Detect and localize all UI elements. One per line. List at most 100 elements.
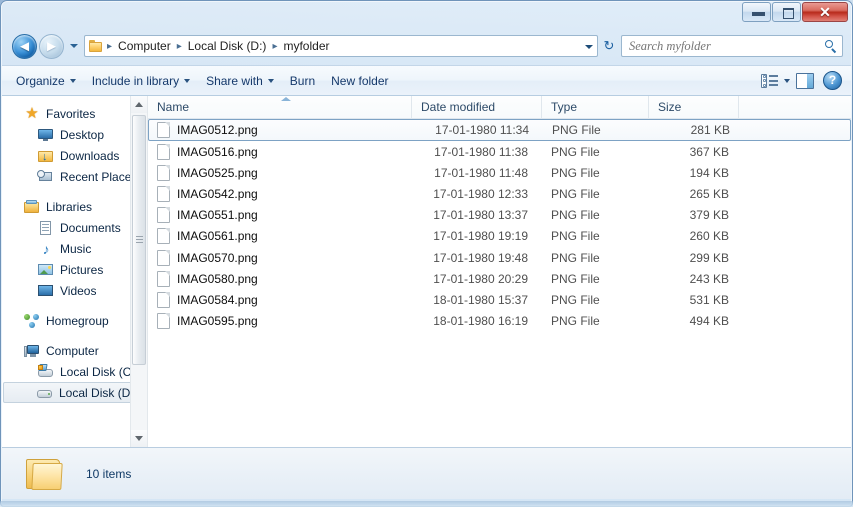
scroll-down-button[interactable] [131, 430, 147, 447]
column-header-date-modified[interactable]: Date modified [412, 96, 542, 119]
toolbar-item-burn[interactable]: Burn [282, 70, 323, 92]
sidebar-item-music[interactable]: ♪ Music [2, 238, 147, 259]
table-row[interactable]: IMAG0516.png 17-01-1980 11:38 PNG File 367 … [148, 141, 851, 162]
change-view-button[interactable] [755, 71, 796, 91]
scrollbar-grip-icon [136, 236, 143, 244]
file-name-label: IMAG0525.png [177, 165, 258, 180]
file-name-label: IMAG0595.png [177, 314, 258, 329]
minimize-button[interactable] [742, 2, 771, 22]
file-type-cell: PNG File [551, 229, 600, 244]
sidebar-item-local-disk-c[interactable]: Local Disk (C:) [2, 361, 147, 382]
sidebar-item-recent-places[interactable]: Recent Places [2, 166, 147, 187]
file-size-cell: 281 KB [690, 123, 730, 137]
file-date-cell: 17-01-1980 19:19 [433, 229, 528, 244]
breadcrumb-computer[interactable]: Computer [114, 37, 175, 55]
refresh-icon: ↻ [603, 38, 615, 53]
address-bar[interactable]: ▸ Computer ▸ Local Disk (D:) ▸ myfolder [84, 35, 598, 57]
png-file-icon [157, 122, 170, 138]
sidebar-item-label: Videos [60, 283, 97, 298]
back-button[interactable]: ◄ [12, 33, 37, 59]
file-type-cell: PNG File [551, 271, 600, 286]
item-count-label: 10 items [86, 466, 132, 481]
table-row[interactable]: IMAG0595.png 18-01-1980 16:19 PNG File 494 … [148, 311, 851, 332]
forward-button[interactable]: ► [39, 33, 64, 59]
table-row[interactable]: IMAG0551.png 17-01-1980 13:37 PNG File 379 … [148, 205, 851, 226]
file-name-label: IMAG0584.png [177, 292, 258, 307]
table-row[interactable]: IMAG0570.png 17-01-1980 19:48 PNG File 299 … [148, 247, 851, 268]
table-row[interactable]: IMAG0561.png 17-01-1980 19:19 PNG File 260 … [148, 226, 851, 247]
breadcrumb-myfolder[interactable]: myfolder [279, 37, 333, 55]
scrollbar-thumb[interactable] [132, 115, 146, 365]
toolbar-item-new-folder[interactable]: New folder [323, 70, 396, 92]
file-name-label: IMAG0561.png [177, 229, 258, 244]
recent-pages-dropdown[interactable] [67, 36, 81, 56]
table-row[interactable]: IMAG0542.png 17-01-1980 12:33 PNG File 265 … [148, 183, 851, 204]
refresh-button[interactable]: ↻ [599, 35, 619, 57]
table-row[interactable]: IMAG0512.png 17-01-1980 11:34 PNG File 281 … [148, 119, 851, 141]
preview-pane-button[interactable] [796, 72, 814, 89]
sidebar-item-desktop[interactable]: Desktop [2, 124, 147, 145]
toolbar-item-share-with[interactable]: Share with [198, 70, 282, 92]
close-button[interactable]: ✕ [802, 2, 848, 22]
maximize-button[interactable] [772, 2, 801, 22]
chevron-down-icon [184, 78, 191, 83]
sidebar-item-documents[interactable]: Documents [2, 217, 147, 238]
png-file-icon [157, 270, 170, 287]
sidebar-item-label: Recent Places [60, 169, 138, 184]
toolbar-label: Include in library [91, 73, 180, 88]
search-input[interactable] [629, 38, 824, 54]
breadcrumb-separator[interactable]: ▸ [175, 41, 184, 52]
sidebar-item-downloads[interactable]: ↓ Downloads [2, 145, 147, 166]
sidebar-item-local-disk-d[interactable]: Local Disk (D:) [3, 382, 144, 403]
file-name-label: IMAG0551.png [177, 208, 258, 223]
navigation-scrollbar[interactable] [130, 96, 147, 447]
libraries-icon [24, 199, 40, 215]
file-type-cell: PNG File [551, 208, 600, 223]
file-type-cell: PNG File [551, 186, 600, 201]
column-header-size[interactable]: Size [649, 96, 739, 119]
help-icon[interactable]: ? [823, 71, 842, 90]
homegroup-icon [24, 313, 40, 329]
table-row[interactable]: IMAG0584.png 18-01-1980 15:37 PNG File 531 … [148, 289, 851, 310]
address-bar-row: ◄ ► ▸ Computer ▸ Local Disk (D:) ▸ myfol… [0, 31, 853, 61]
file-name-label: IMAG0516.png [177, 144, 258, 159]
chevron-down-icon[interactable] [580, 36, 597, 56]
file-type-cell: PNG File [551, 314, 600, 329]
file-size-cell: 260 KB [689, 229, 729, 244]
file-size-cell: 494 KB [689, 314, 729, 329]
toolbar-label: New folder [331, 73, 389, 88]
column-header-name[interactable]: Name [148, 96, 412, 119]
file-name-cell: IMAG0551.png [148, 207, 412, 224]
sidebar-item-libraries[interactable]: Libraries [2, 196, 147, 217]
toolbar-item-organize[interactable]: Organize [8, 70, 84, 92]
breadcrumb-local-disk-d[interactable]: Local Disk (D:) [184, 37, 271, 55]
file-type-cell: PNG File [551, 292, 600, 307]
sidebar-item-homegroup[interactable]: Homegroup [2, 310, 147, 331]
toolbar-item-include-in-library[interactable]: Include in library [84, 70, 198, 92]
sidebar-item-pictures[interactable]: Pictures [2, 259, 147, 280]
file-name-cell: IMAG0542.png [148, 185, 412, 202]
breadcrumb-separator[interactable]: ▸ [270, 41, 279, 52]
window-controls: ✕ [742, 2, 848, 22]
sidebar-item-label: Desktop [60, 127, 105, 142]
sidebar-item-favorites[interactable]: ★ Favorites [2, 103, 147, 124]
table-row[interactable]: IMAG0525.png 17-01-1980 11:48 PNG File 194 … [148, 162, 851, 183]
title-bar[interactable]: ✕ [0, 0, 853, 29]
file-name-label: IMAG0542.png [177, 186, 258, 201]
table-row[interactable]: IMAG0580.png 17-01-1980 20:29 PNG File 243 … [148, 268, 851, 289]
sidebar-item-videos[interactable]: Videos [2, 280, 147, 301]
breadcrumb-separator[interactable]: ▸ [105, 41, 114, 52]
file-date-cell: 17-01-1980 20:29 [433, 271, 528, 286]
search-box[interactable] [621, 35, 843, 57]
sidebar-item-computer[interactable]: Computer [2, 340, 147, 361]
list-view-icon [761, 73, 778, 88]
file-name-cell: IMAG0584.png [148, 291, 412, 308]
scroll-up-button[interactable] [131, 96, 147, 113]
videos-icon [38, 283, 54, 299]
file-size-cell: 265 KB [689, 186, 729, 201]
sidebar-item-label: Favorites [46, 106, 96, 121]
png-file-icon [157, 164, 170, 181]
column-header-type[interactable]: Type [542, 96, 649, 119]
file-date-cell: 17-01-1980 11:34 [435, 123, 529, 137]
downloads-icon: ↓ [38, 148, 54, 164]
